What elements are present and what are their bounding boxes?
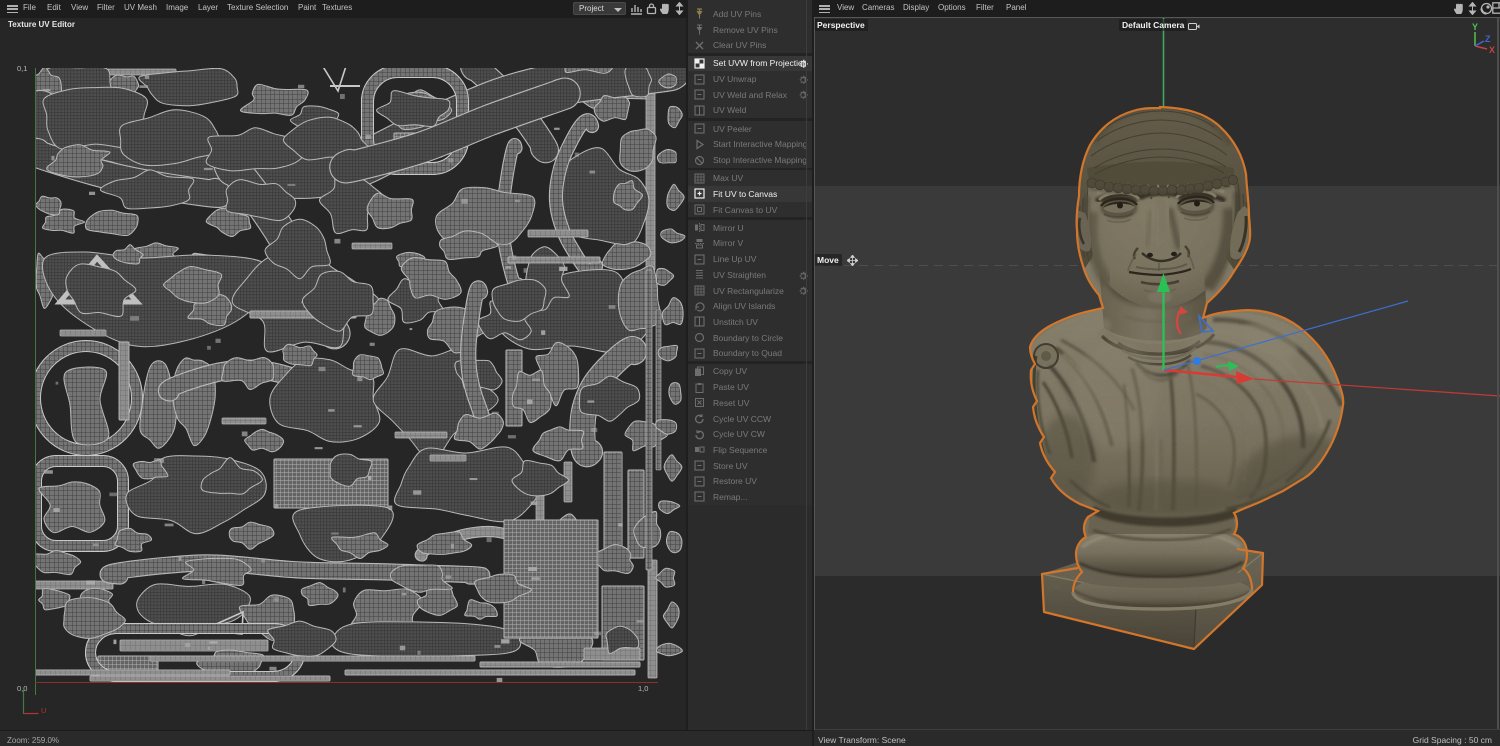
svg-text:X: X — [1489, 45, 1495, 54]
svg-text:Z: Z — [1485, 34, 1491, 44]
svg-text:Y: Y — [1472, 22, 1478, 32]
